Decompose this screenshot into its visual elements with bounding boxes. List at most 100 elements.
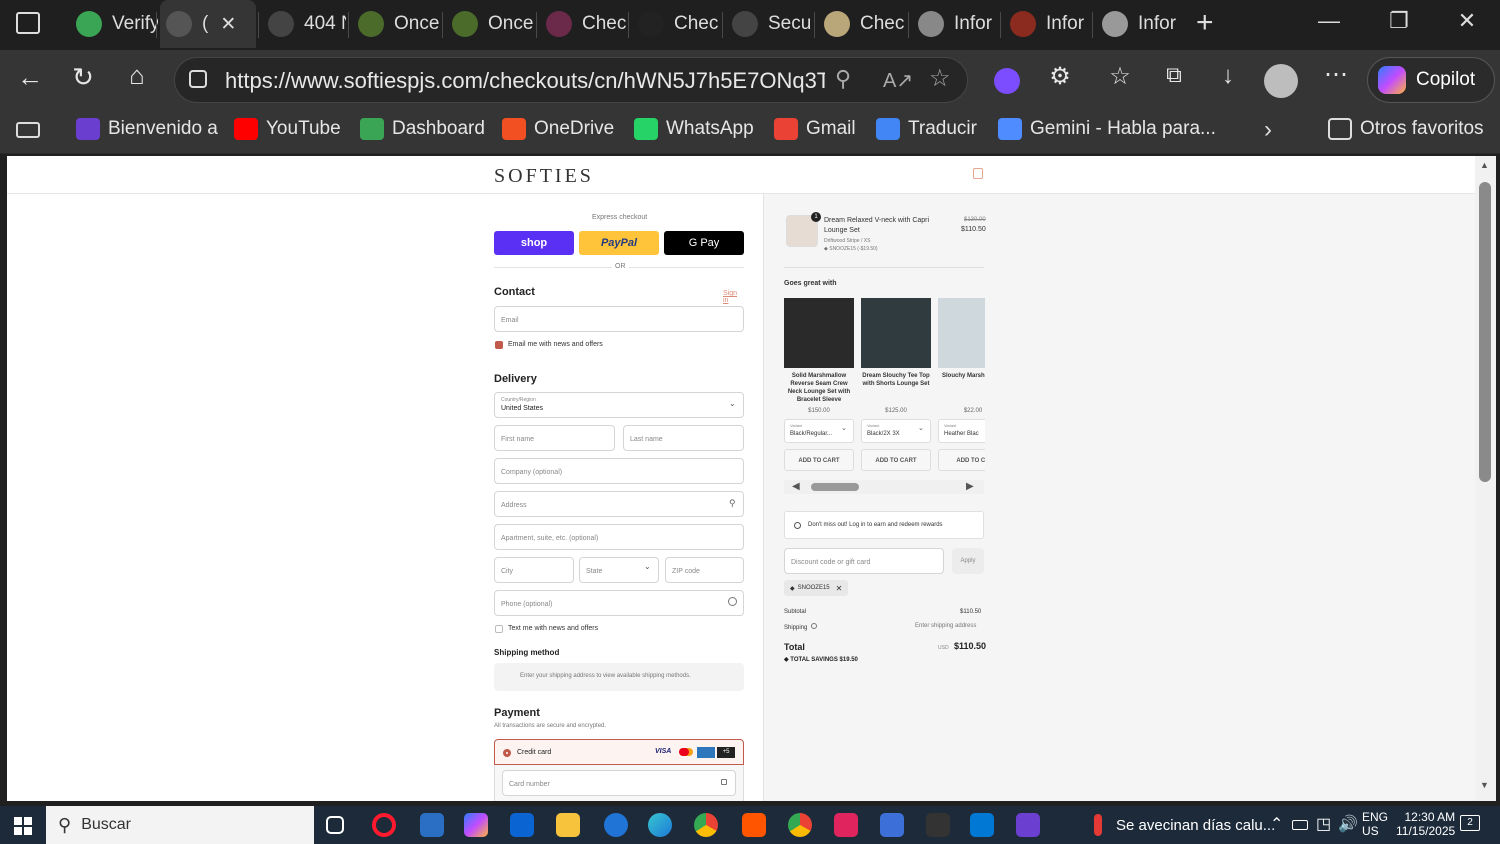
brave-icon[interactable] xyxy=(742,813,766,837)
page-scrollbar[interactable]: ▲ ▼ xyxy=(1475,156,1496,801)
carousel-prev-icon[interactable]: ◀ xyxy=(792,481,800,492)
product-image[interactable] xyxy=(861,298,931,368)
tab-actions-icon[interactable] xyxy=(16,12,40,34)
scroll-up-icon[interactable]: ▲ xyxy=(1480,160,1489,170)
variant-select[interactable]: Variant Black/Regular... ⌄ xyxy=(784,419,854,443)
app-red-icon[interactable] xyxy=(834,813,858,837)
variant-select[interactable]: Variant Black/2X 3X ⌄ xyxy=(861,419,931,443)
wifi-icon[interactable]: ◳ xyxy=(1316,814,1331,834)
address-field[interactable]: Address ⚲ xyxy=(494,491,744,517)
company-field[interactable]: Company (optional) xyxy=(494,458,744,484)
add-to-cart-button[interactable]: ADD TO CA xyxy=(938,449,985,471)
discount-code-field[interactable]: Discount code or gift card xyxy=(784,548,944,574)
collections-icon[interactable]: ⧉ xyxy=(1154,62,1194,88)
favorite-star-icon[interactable]: ☆ xyxy=(929,64,951,93)
start-windows-icon[interactable] xyxy=(14,817,32,835)
add-to-cart-button[interactable]: ADD TO CART xyxy=(784,449,854,471)
notification-icon[interactable]: 2 xyxy=(1460,815,1480,831)
browser-tab[interactable]: Once xyxy=(446,0,534,48)
weather-icon[interactable] xyxy=(1094,814,1102,836)
extensions-icon[interactable]: ⚙ xyxy=(1040,62,1080,91)
bluetooth-icon[interactable] xyxy=(604,813,628,837)
new-tab-button[interactable]: + xyxy=(1196,6,1214,40)
help-icon[interactable] xyxy=(811,623,818,629)
help-icon[interactable] xyxy=(728,597,737,606)
bookmark-menu-icon[interactable] xyxy=(16,122,40,138)
rec-product-name[interactable]: Dream Slouchy Tee Top with Shorts Lounge… xyxy=(861,372,931,388)
product-image[interactable] xyxy=(784,298,854,368)
card-number-field[interactable]: Card number xyxy=(502,770,736,796)
bookmark-item[interactable]: Traducir xyxy=(876,118,977,140)
outlook-icon[interactable] xyxy=(510,813,534,837)
state-select[interactable]: State ⌄ xyxy=(579,557,659,583)
back-icon[interactable]: ← xyxy=(10,62,50,93)
radio-selected[interactable] xyxy=(503,749,511,757)
google-pay-button[interactable]: G Pay xyxy=(664,231,744,255)
restore-button[interactable]: ❐ xyxy=(1376,8,1422,34)
app-dark-icon[interactable] xyxy=(926,813,950,837)
profile-avatar[interactable] xyxy=(1264,64,1298,98)
rec-product-name[interactable]: Solid Marshmallow Reverse Seam Crew Neck… xyxy=(784,372,854,404)
browser-tab[interactable]: Chec xyxy=(540,0,626,48)
bookmarks-overflow-icon[interactable]: › xyxy=(1264,116,1272,144)
store-logo[interactable]: SOFTIES xyxy=(494,165,594,188)
browser-tab[interactable]: 404 N xyxy=(262,0,346,48)
browser-tab[interactable]: Chec xyxy=(632,0,720,48)
clock[interactable]: 12:30 AM 11/15/2025 xyxy=(1396,810,1455,838)
other-favorites-folder[interactable]: Otros favoritos xyxy=(1328,118,1484,140)
browser-tab[interactable]: Chec xyxy=(818,0,906,48)
copilot-app-icon[interactable] xyxy=(464,813,488,837)
app-blue-icon[interactable] xyxy=(880,813,904,837)
app-purple-icon[interactable] xyxy=(1016,813,1040,837)
last-name-field[interactable]: Last name xyxy=(623,425,744,451)
bookmark-item[interactable]: Bienvenido a xyxy=(76,118,218,140)
browser-tab[interactable]: Secu xyxy=(726,0,812,48)
close-window-button[interactable]: ✕ xyxy=(1444,8,1490,34)
phone-field[interactable]: Phone (optional) xyxy=(494,590,744,616)
tray-chevron-icon[interactable]: ⌃ xyxy=(1270,814,1283,834)
email-field[interactable]: Email xyxy=(494,306,744,332)
shop-pay-button[interactable]: shop xyxy=(494,231,574,255)
battery-icon[interactable] xyxy=(1292,820,1308,830)
address-bar[interactable]: https://www.softiespjs.com/checkouts/cn/… xyxy=(174,57,968,103)
browser-tab[interactable]: Once xyxy=(352,0,440,48)
email-news-checkbox[interactable] xyxy=(495,341,503,349)
extension-purple-icon[interactable] xyxy=(994,68,1020,94)
browser-tab[interactable]: Infor xyxy=(1004,0,1090,48)
paypal-button[interactable]: PayPal xyxy=(579,231,659,255)
bookmark-item[interactable]: Gmail xyxy=(774,118,856,140)
browser-tab[interactable]: Infor xyxy=(912,0,998,48)
rec-product-name[interactable]: Slouchy Marsh Socks xyxy=(938,372,985,380)
scroll-down-icon[interactable]: ▼ xyxy=(1480,780,1489,790)
favorites-icon[interactable]: ☆ xyxy=(1100,62,1140,91)
calculator-icon[interactable] xyxy=(420,813,444,837)
bookmark-item[interactable]: Gemini - Habla para... xyxy=(998,118,1216,140)
read-aloud-icon[interactable]: A↗ xyxy=(883,68,913,93)
weather-text[interactable]: Se avecinan días calu... xyxy=(1116,817,1275,834)
browser-tab[interactable]: Verify xyxy=(70,0,158,48)
remove-discount-icon[interactable]: ✕ xyxy=(836,584,843,593)
refresh-icon[interactable]: ↻ xyxy=(63,62,103,93)
zoom-icon[interactable]: ⚲ xyxy=(835,66,851,92)
task-view-icon[interactable] xyxy=(326,816,344,834)
apartment-field[interactable]: Apartment, suite, etc. (optional) xyxy=(494,524,744,550)
chrome-profile-icon[interactable] xyxy=(788,813,812,837)
more-menu-icon[interactable]: ⋯ xyxy=(1316,60,1356,89)
rewards-text[interactable]: Don't miss out! Log in to earn and redee… xyxy=(808,522,943,528)
language-indicator[interactable]: ENG US xyxy=(1362,810,1388,838)
browser-tab[interactable]: (✕ xyxy=(160,0,256,48)
copilot-button[interactable]: Copilot xyxy=(1367,57,1495,103)
text-news-checkbox[interactable] xyxy=(495,625,503,633)
volume-icon[interactable]: 🔊 xyxy=(1338,814,1358,834)
minimize-button[interactable]: — xyxy=(1306,8,1352,34)
carousel-thumb[interactable] xyxy=(811,483,859,491)
bookmark-item[interactable]: YouTube xyxy=(234,118,341,140)
cart-bag-icon[interactable] xyxy=(973,168,983,179)
first-name-field[interactable]: First name xyxy=(494,425,615,451)
add-to-cart-button[interactable]: ADD TO CART xyxy=(861,449,931,471)
bookmark-item[interactable]: OneDrive xyxy=(502,118,614,140)
url-text[interactable]: https://www.softiespjs.com/checkouts/cn/… xyxy=(225,68,825,94)
sign-in-link[interactable]: Sign in xyxy=(723,290,744,304)
file-explorer-icon[interactable] xyxy=(556,813,580,837)
city-field[interactable]: City xyxy=(494,557,574,583)
